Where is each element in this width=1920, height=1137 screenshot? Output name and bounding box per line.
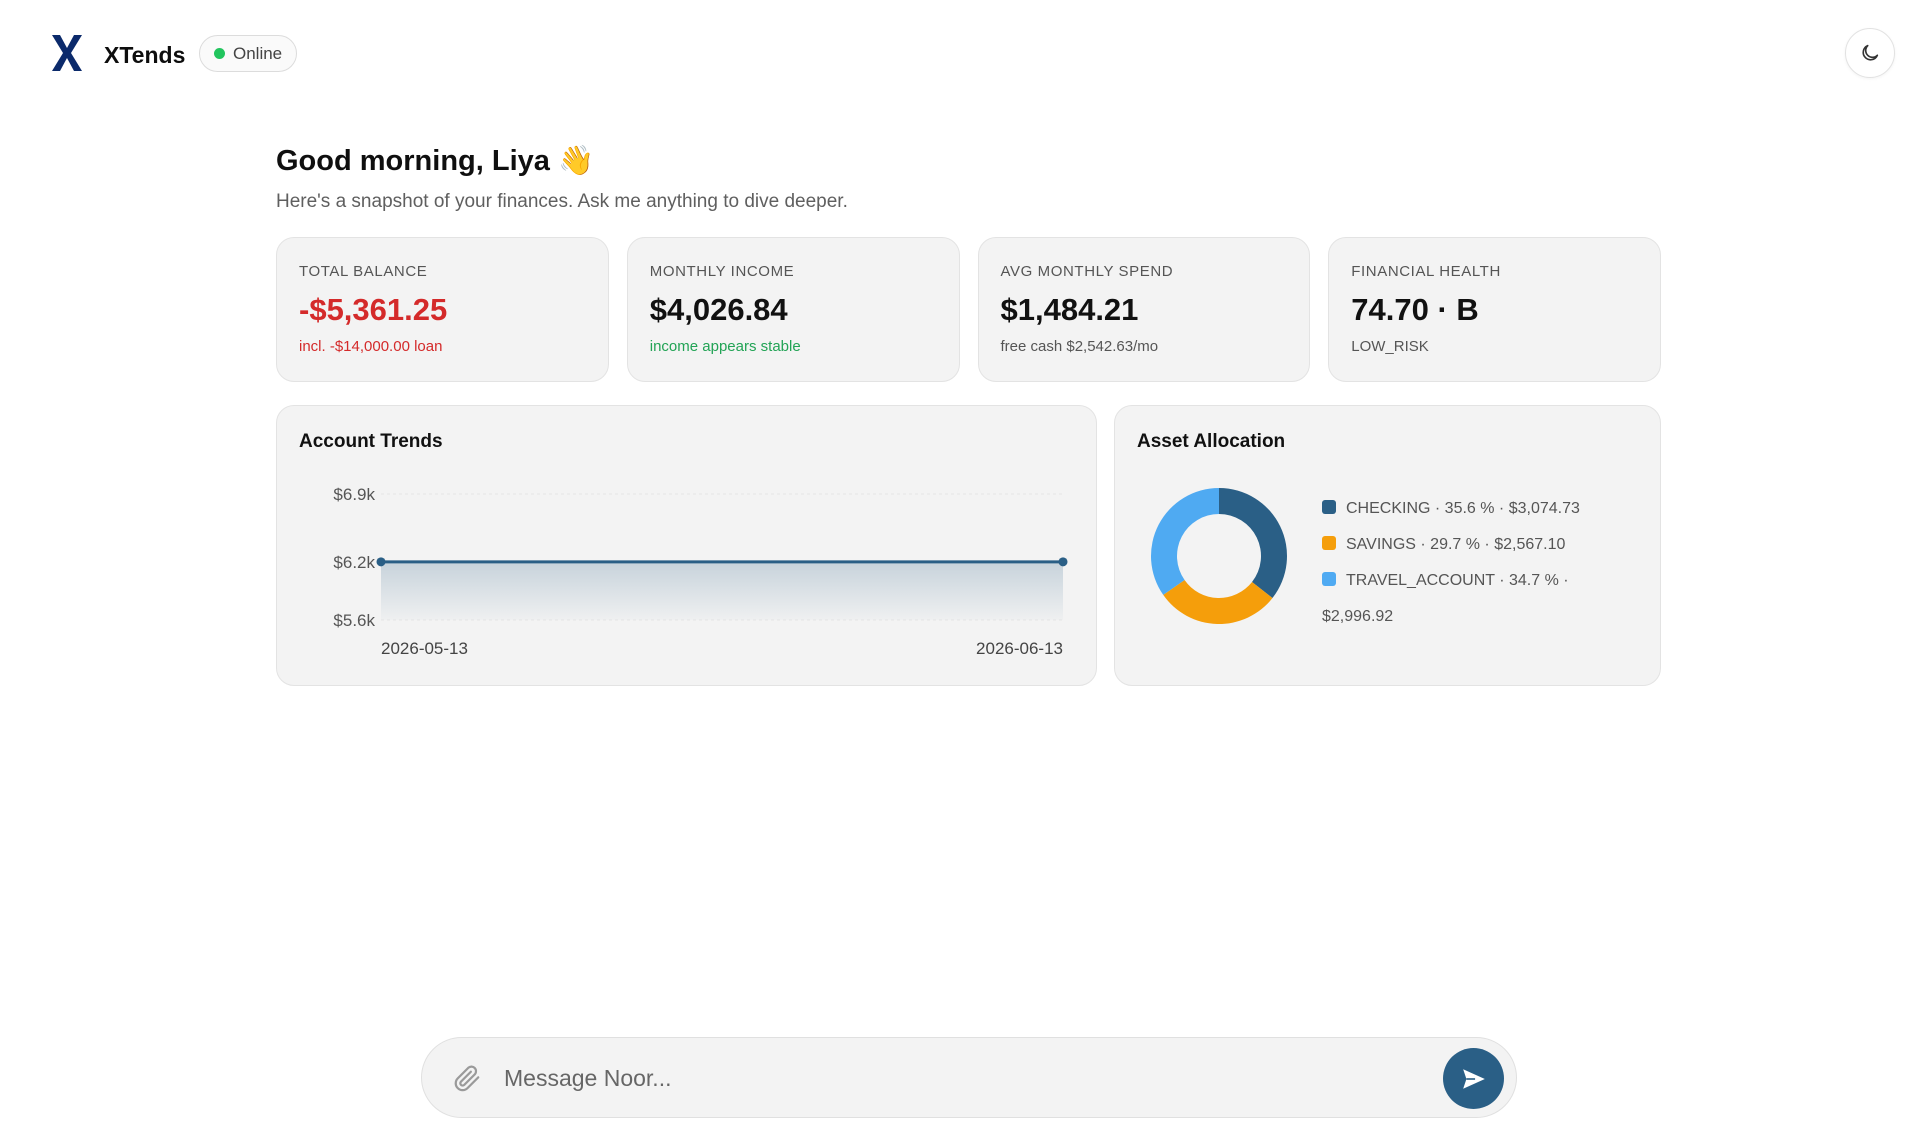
send-icon [1462,1068,1485,1089]
top-bar: XTends Online [0,0,1920,110]
account-trends-chart: $6.9k $6.2k $5.6k 2026-05-13 2026-06-13 [333,485,1068,658]
legend-swatch [1322,572,1336,586]
legend-label: CHECKING · 35.6 % · $3,074.73 [1346,500,1580,517]
legend-item: SAVINGS · 29.7 % · $2,567.10 [1322,527,1642,563]
asset-allocation-title: Asset Allocation [1137,431,1286,452]
donut-slice-travel-account [1151,488,1219,595]
kpi-value: 74.70 · B [1351,292,1479,327]
allocation-legend: CHECKING · 35.6 % · $3,074.73 SAVINGS · 2… [1322,491,1642,635]
y-tick-label: $6.9k [333,485,375,504]
online-dot-icon [214,48,225,59]
send-button[interactable] [1443,1048,1504,1109]
legend-swatch [1322,536,1336,550]
kpi-value: -$5,361.25 [299,292,448,327]
kpi-card-monthly-income: MONTHLY INCOME $4,026.84 income appears … [626,237,960,382]
legend-label: SAVINGS · 29.7 % · $2,567.10 [1346,536,1566,553]
kpi-note: incl. -$14,000.00 loan [299,338,443,355]
asset-allocation-panel: Asset Allocation CHECKING · 35.6 % · $3,… [1114,405,1661,686]
greeting-title: Good morning, Liya 👋 [276,145,595,177]
kpi-note: income appears stable [649,338,801,355]
kpi-label: AVG MONTHLY SPEND [1000,263,1174,280]
kpi-label: MONTHLY INCOME [649,263,795,280]
legend-item: TRAVEL_ACCOUNT · 34.7 % · $2,996.92 [1322,563,1642,635]
data-point [1058,557,1068,567]
message-input[interactable] [504,1056,1404,1101]
status-label: Online [233,43,283,63]
kpi-card-financial-health: FINANCIAL HEALTH 74.70 · B LOW_RISK [1328,237,1661,382]
kpi-label: TOTAL BALANCE [299,263,428,280]
xtends-logo-icon[interactable] [50,34,84,72]
donut-slice-savings [1163,580,1273,624]
kpi-note: LOW_RISK [1351,338,1429,355]
kpi-card-total-balance: TOTAL BALANCE -$5,361.25 incl. -$14,000.… [276,237,609,382]
kpi-value: $1,484.21 [1000,292,1139,327]
legend-swatch [1322,500,1336,514]
status-badge: Online [199,35,298,72]
y-tick-label: $5.6k [333,611,375,630]
area-fill [381,561,1063,620]
kpi-card-avg-monthly-spend: AVG MONTHLY SPEND $1,484.21 free cash $2… [977,237,1311,382]
x-tick-label: 2026-05-13 [381,639,468,658]
message-composer [421,1037,1517,1118]
y-tick-label: $6.2k [333,553,375,572]
kpi-note: free cash $2,542.63/mo [1000,338,1159,355]
x-tick-label: 2026-06-13 [976,639,1063,658]
donut-slice-checking [1219,488,1287,599]
asset-allocation-donut [1151,488,1287,624]
legend-label: TRAVEL_ACCOUNT · 34.7 % · $2,996.92 [1322,572,1569,625]
legend-item: CHECKING · 35.6 % · $3,074.73 [1322,491,1642,527]
greeting-subtitle: Here's a snapshot of your finances. Ask … [276,191,848,212]
kpi-row: TOTAL BALANCE -$5,361.25 incl. -$14,000.… [276,237,1661,382]
data-point [376,557,386,567]
paperclip-icon[interactable] [452,1063,482,1093]
kpi-value: $4,026.84 [649,292,788,327]
theme-toggle-button[interactable] [1845,28,1895,78]
account-trends-panel: Account Trends $6.9k $6.2k $5.6k 2026-05-13… [276,405,1097,686]
kpi-label: FINANCIAL HEALTH [1351,263,1501,280]
brand-name: XTends [104,42,186,68]
moon-icon [1862,44,1879,61]
